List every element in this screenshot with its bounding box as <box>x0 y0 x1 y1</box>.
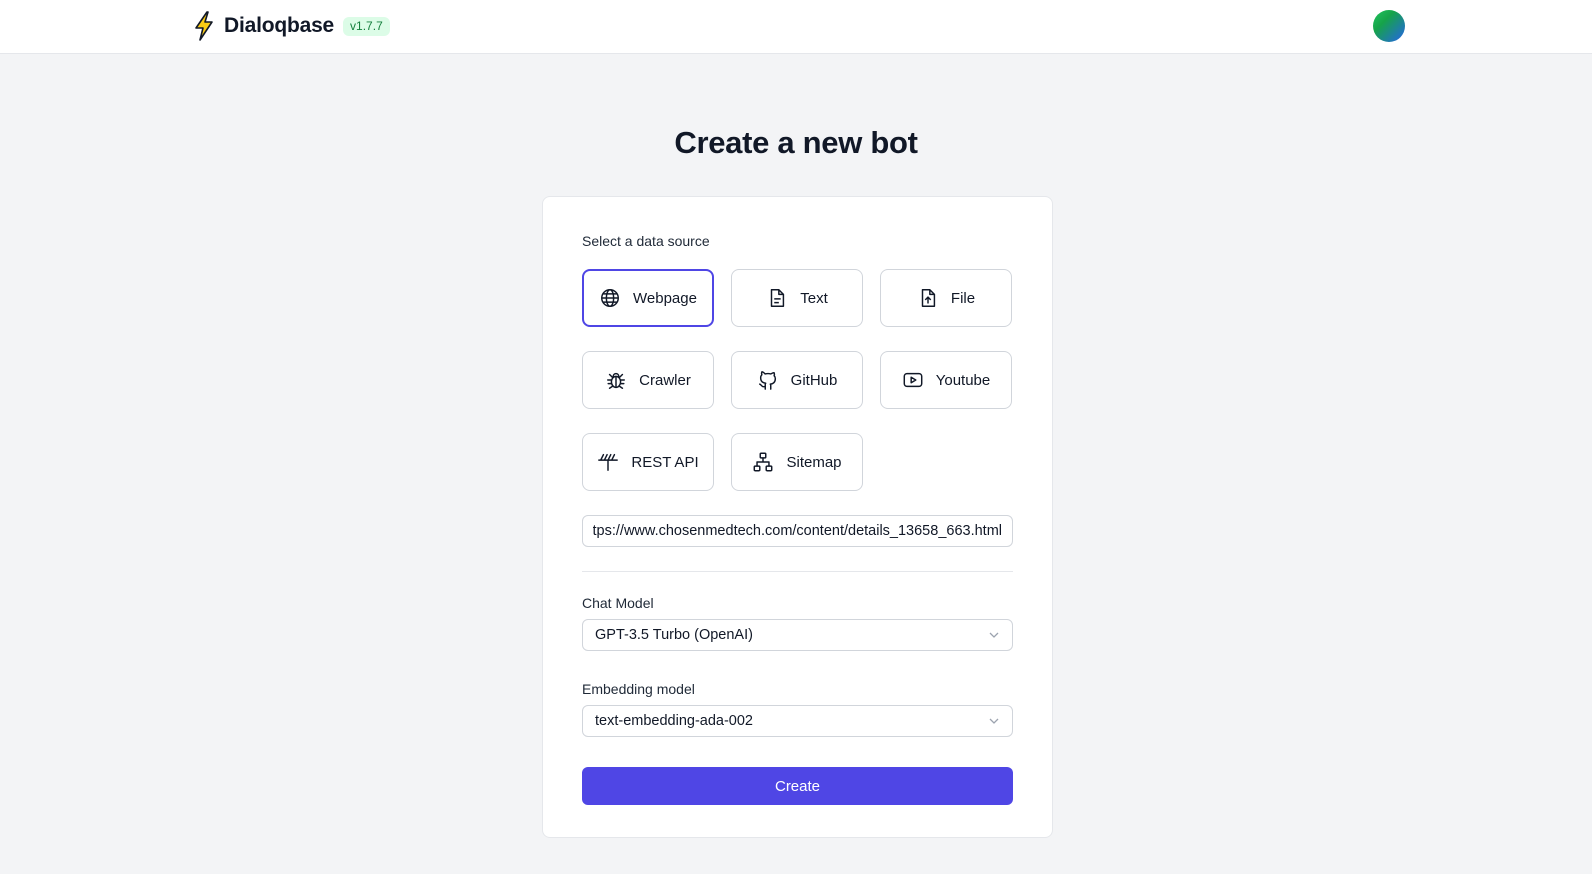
document-text-icon <box>766 287 788 309</box>
user-avatar[interactable] <box>1373 10 1405 42</box>
embedding-model-value: text-embedding-ada-002 <box>595 713 753 729</box>
source-file-button[interactable]: File <box>880 269 1012 327</box>
source-label: Webpage <box>633 289 697 307</box>
chat-model-value: GPT-3.5 Turbo (OpenAI) <box>595 627 753 643</box>
chat-model-select[interactable]: GPT-3.5 Turbo (OpenAI) <box>582 619 1013 651</box>
source-rest-api-button[interactable]: REST API <box>582 433 714 491</box>
top-navbar: Dialoqbase v1.7.7 <box>0 0 1592 54</box>
divider <box>582 571 1013 572</box>
file-upload-icon <box>917 287 939 309</box>
data-source-label: Select a data source <box>582 233 710 249</box>
page-title: Create a new bot <box>674 125 918 160</box>
chat-model-label: Chat Model <box>582 595 654 611</box>
source-label: Text <box>800 289 828 307</box>
lightning-bolt-icon <box>192 10 216 42</box>
source-sitemap-button[interactable]: Sitemap <box>731 433 863 491</box>
globe-icon <box>599 287 621 309</box>
youtube-icon <box>902 369 924 391</box>
source-text-button[interactable]: Text <box>731 269 863 327</box>
embedding-model-label: Embedding model <box>582 681 695 697</box>
create-bot-card: Select a data source Webpage Text File C… <box>542 196 1053 838</box>
source-webpage-button[interactable]: Webpage <box>582 269 714 327</box>
embedding-model-select[interactable]: text-embedding-ada-002 <box>582 705 1013 737</box>
url-input[interactable] <box>582 515 1013 547</box>
chevron-down-icon <box>988 715 1000 727</box>
source-label: File <box>950 289 976 307</box>
source-label: GitHub <box>790 371 838 389</box>
api-icon <box>597 451 619 473</box>
brand[interactable]: Dialoqbase v1.7.7 <box>192 10 390 42</box>
app-name: Dialoqbase <box>224 14 335 37</box>
source-label: Youtube <box>935 371 991 389</box>
chevron-down-icon <box>988 629 1000 641</box>
version-badge: v1.7.7 <box>343 16 390 36</box>
source-github-button[interactable]: GitHub <box>731 351 863 409</box>
source-youtube-button[interactable]: Youtube <box>880 351 1012 409</box>
bug-icon <box>605 369 627 391</box>
source-crawler-button[interactable]: Crawler <box>582 351 714 409</box>
create-button[interactable]: Create <box>582 767 1013 805</box>
sitemap-icon <box>752 451 774 473</box>
source-label: REST API <box>631 453 699 471</box>
source-label: Crawler <box>639 371 691 389</box>
source-label: Sitemap <box>786 453 842 471</box>
github-icon <box>757 369 779 391</box>
